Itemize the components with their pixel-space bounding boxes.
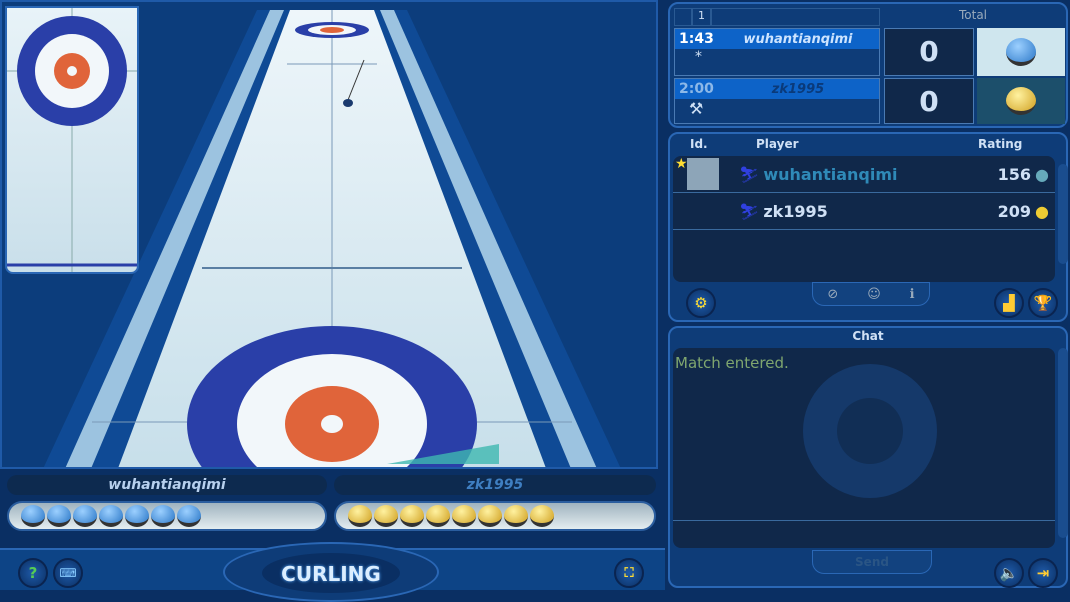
player1-stones — [7, 501, 327, 531]
keyboard-button[interactable]: ⌨ — [53, 558, 83, 588]
help-icon: ? — [28, 564, 38, 582]
id-header: Id. — [690, 137, 708, 151]
player1-name: wuhantianqimi — [7, 475, 327, 495]
player-rating: 156 — [997, 164, 1032, 184]
player1-scoreboard-name: wuhantianqimi — [743, 31, 853, 47]
end-1-header: 1 — [692, 8, 711, 26]
player-name: wuhantianqimi — [763, 164, 898, 184]
scoreboard: 1 Total 1:43 wuhantianqimi * 2:00 zk1995… — [668, 2, 1068, 128]
trophy-button[interactable]: 🏆 — [1028, 288, 1058, 318]
player-header: Player — [756, 137, 799, 151]
rankings-button[interactable]: ▟ — [994, 288, 1024, 318]
player2-stones — [334, 501, 656, 531]
player1-total: 0 — [884, 28, 974, 76]
rating-header: Rating — [978, 137, 1023, 151]
trophy-icon: 🏆 — [1033, 294, 1053, 312]
chat-scrollbar[interactable] — [1058, 348, 1068, 538]
player-row[interactable]: ★ ⛷ wuhantianqimi 156 ● — [673, 156, 1055, 193]
player2-scoreboard-name: zk1995 — [771, 81, 825, 97]
total-header: Total — [958, 8, 988, 22]
player1-timer: 1:43 — [679, 31, 714, 47]
button — [321, 415, 343, 433]
player-icon: ⛷ — [739, 164, 760, 184]
exit-button[interactable]: ⇥ — [1028, 558, 1058, 588]
blue-stone-icon — [47, 505, 71, 527]
gear-icon: ⚙ — [694, 294, 708, 312]
blue-stone-icon — [21, 505, 45, 527]
blue-stone-icon — [1006, 38, 1036, 66]
star-icon: ★ — [675, 156, 688, 172]
player-row[interactable]: ⛷ zk1995 209 ● — [673, 193, 1055, 230]
curling-stone — [343, 99, 353, 107]
send-button[interactable]: Send — [812, 550, 932, 574]
player-rating: 209 — [997, 201, 1032, 221]
players-panel: Id. Player Rating ★ ⛷ wuhantianqimi 156 … — [668, 132, 1068, 322]
settings-button[interactable]: ⚙ — [686, 288, 716, 318]
players-scrollbar[interactable] — [1058, 164, 1068, 264]
yellow-stone-icon — [504, 505, 528, 527]
yellow-stone-icon — [478, 505, 502, 527]
profile-button[interactable]: ☺ — [867, 287, 881, 302]
blue-stone-icon — [151, 505, 175, 527]
blue-stone-icon — [177, 505, 201, 527]
podium-icon: ▟ — [1003, 294, 1015, 312]
player2-name: zk1995 — [334, 475, 656, 495]
chat-log: Match entered. — [673, 348, 1055, 548]
minimap — [5, 6, 139, 274]
info-button[interactable]: ℹ — [910, 287, 915, 302]
yellow-stone-icon — [348, 505, 372, 527]
keyboard-icon: ⌨ — [59, 566, 77, 580]
yellow-stone-icon — [530, 505, 554, 527]
yellow-stone-icon — [426, 505, 450, 527]
player2-timer: 2:00 — [679, 81, 714, 97]
yellow-stone-icon — [452, 505, 476, 527]
exit-icon: ⇥ — [1036, 564, 1050, 582]
speaker-icon: 🔈 — [999, 564, 1019, 582]
chat-input[interactable] — [673, 520, 1055, 548]
help-button[interactable]: ? — [18, 558, 48, 588]
player1-first-marker: * — [695, 49, 702, 65]
yellow-stone-icon: ● — [1035, 201, 1049, 221]
fullscreen-icon: ⛶ — [624, 565, 634, 581]
sound-button[interactable]: 🔈 — [994, 558, 1024, 588]
avatar — [687, 158, 719, 190]
yellow-stone-icon — [374, 505, 398, 527]
chat-message: Match entered. — [675, 354, 789, 372]
yellow-stone-icon — [400, 505, 424, 527]
yellow-stone-icon — [1006, 87, 1036, 115]
curling-logo: CURLING — [262, 553, 400, 593]
player2-total: 0 — [884, 78, 974, 124]
block-button[interactable]: ⊘ — [827, 287, 838, 302]
chat-title: Chat — [852, 329, 884, 343]
fullscreen-button[interactable]: ⛶ — [614, 558, 644, 588]
player-icon: ⛷ — [739, 201, 760, 221]
chat-panel: Chat Match entered. Send 🔈 ⇥ — [668, 326, 1068, 588]
player-name: zk1995 — [763, 201, 828, 221]
blue-stone-icon — [73, 505, 97, 527]
blue-stone-icon — [125, 505, 149, 527]
blue-stone-icon — [99, 505, 123, 527]
hammer-icon: ⚒ — [689, 99, 704, 118]
blue-stone-icon: ● — [1035, 164, 1049, 184]
